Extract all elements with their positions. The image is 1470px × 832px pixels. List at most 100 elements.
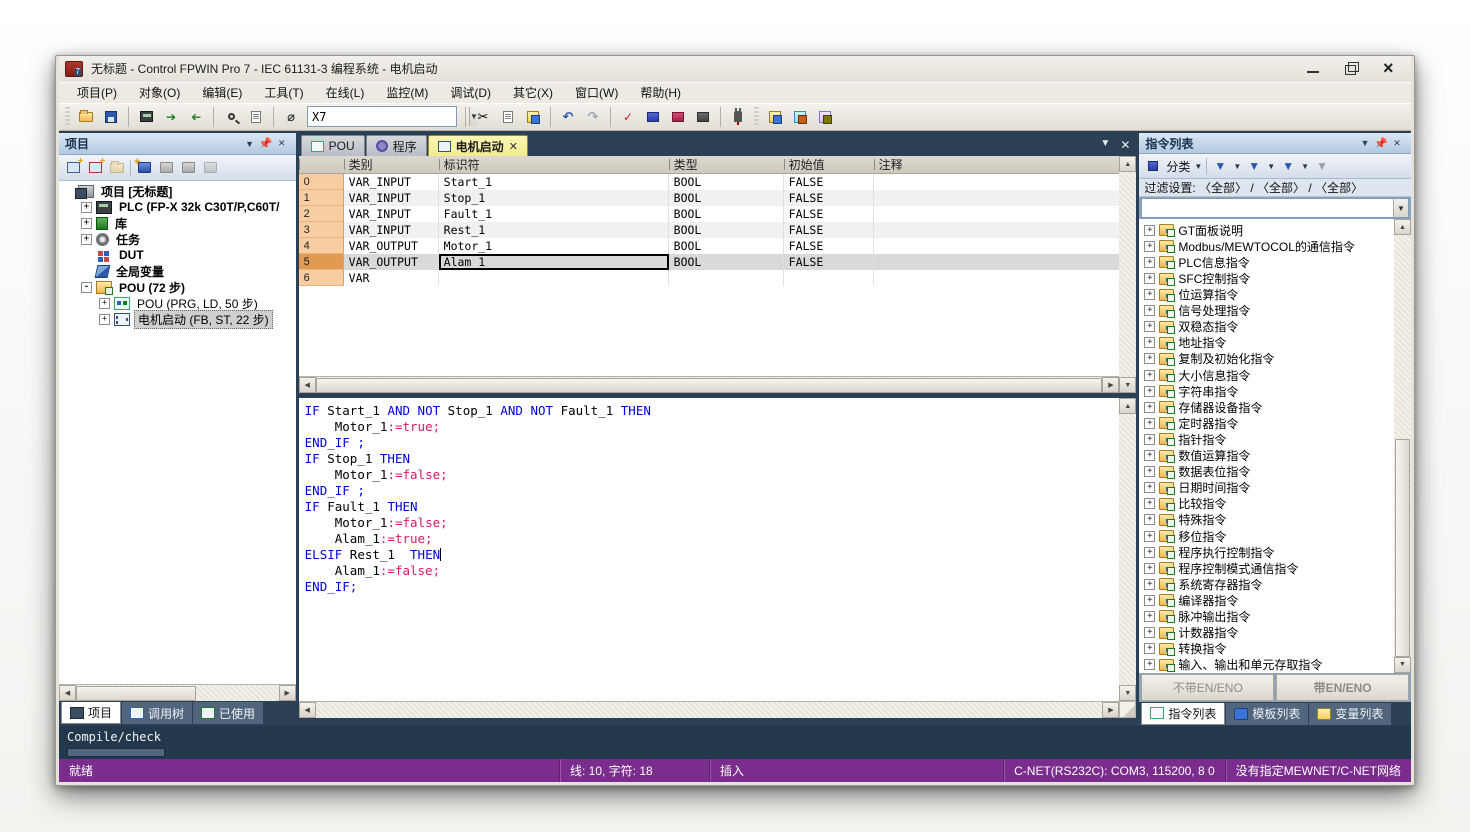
expand-icon[interactable]: + bbox=[1144, 402, 1155, 413]
cell-type[interactable]: BOOL bbox=[669, 222, 784, 238]
menu-item[interactable]: 帮助(H) bbox=[630, 82, 691, 103]
cell-comment[interactable] bbox=[874, 190, 1120, 206]
scroll-down-icon[interactable]: ▼ bbox=[1119, 377, 1136, 393]
table-row[interactable]: 6VAR bbox=[299, 270, 1120, 286]
cell-type[interactable]: BOOL bbox=[669, 238, 784, 254]
cell-identifier[interactable]: Stop_1 bbox=[439, 190, 669, 206]
filter3-icon[interactable]: ▼ bbox=[1279, 157, 1297, 175]
code-line[interactable]: END_IF ; bbox=[305, 483, 1120, 499]
close-button[interactable] bbox=[1381, 62, 1397, 76]
menu-item[interactable]: 工具(T) bbox=[254, 82, 313, 103]
instruction-category[interactable]: +存储器设备指令 bbox=[1139, 399, 1394, 415]
tree-item[interactable]: 项目 [无标题] bbox=[59, 183, 296, 199]
table-hscrollbar[interactable]: ◀ ▶ bbox=[299, 376, 1120, 393]
cell-initial[interactable]: FALSE bbox=[784, 190, 874, 206]
cell-initial[interactable]: FALSE bbox=[784, 254, 874, 270]
cell-class[interactable]: VAR_OUTPUT bbox=[344, 238, 439, 254]
tree-item[interactable]: +库 bbox=[59, 215, 296, 231]
code-line[interactable]: Alam_1:=true; bbox=[305, 531, 1120, 547]
copy-icon[interactable] bbox=[497, 106, 519, 127]
add-pou-icon[interactable] bbox=[64, 159, 82, 177]
instruction-category[interactable]: +数据表位指令 bbox=[1139, 464, 1394, 480]
expand-icon[interactable]: + bbox=[1144, 241, 1155, 252]
instruction-category[interactable]: +系统寄存器指令 bbox=[1139, 576, 1394, 592]
tree-item[interactable]: 全局变量 bbox=[59, 263, 296, 279]
redo-icon[interactable]: ↷ bbox=[582, 106, 604, 127]
download-to-plc-icon[interactable]: ➔ bbox=[160, 106, 182, 127]
instruction-category[interactable]: +大小信息指令 bbox=[1139, 367, 1394, 383]
panel-menu-icon[interactable]: ▼ bbox=[1357, 136, 1373, 150]
expand-icon[interactable]: + bbox=[1144, 273, 1155, 284]
instruction-category[interactable]: +地址指令 bbox=[1139, 335, 1394, 351]
expand-icon[interactable]: + bbox=[1144, 321, 1155, 332]
table-vscrollbar[interactable]: ▲ ▼ bbox=[1119, 156, 1136, 393]
menu-item[interactable]: 窗口(W) bbox=[565, 82, 628, 103]
cell-comment[interactable] bbox=[874, 270, 1120, 286]
expand-icon[interactable]: + bbox=[99, 298, 110, 309]
table-row[interactable]: 1VAR_INPUTStop_1BOOLFALSE bbox=[299, 190, 1120, 206]
row-number[interactable]: 0 bbox=[299, 174, 344, 190]
tree-item[interactable]: DUT bbox=[59, 247, 296, 263]
instruction-category[interactable]: +双稳态指令 bbox=[1139, 319, 1394, 335]
resize-grip[interactable] bbox=[1119, 701, 1136, 718]
instruction-search-value[interactable] bbox=[1142, 199, 1393, 217]
project-hscrollbar[interactable]: ◀ ▶ bbox=[59, 684, 296, 701]
menu-item[interactable]: 项目(P) bbox=[67, 82, 127, 103]
cell-type[interactable] bbox=[669, 270, 784, 286]
cell-class[interactable]: VAR_INPUT bbox=[344, 174, 439, 190]
category-dropdown-icon[interactable]: ▼ bbox=[1194, 162, 1202, 171]
paste-icon[interactable] bbox=[522, 106, 544, 127]
collapse-icon[interactable]: - bbox=[81, 282, 92, 293]
cell-identifier[interactable]: Rest_1 bbox=[439, 222, 669, 238]
new-pou-icon[interactable] bbox=[764, 106, 786, 127]
cell-identifier[interactable]: Fault_1 bbox=[439, 206, 669, 222]
expand-icon[interactable]: + bbox=[1144, 627, 1155, 638]
scroll-left-icon[interactable]: ◀ bbox=[299, 702, 316, 718]
code-line[interactable]: IF Start_1 AND NOT Stop_1 AND NOT Fault_… bbox=[305, 403, 1120, 419]
scroll-down-icon[interactable]: ▼ bbox=[1119, 685, 1136, 701]
column-header[interactable]: 类别 bbox=[344, 156, 439, 173]
address-input[interactable] bbox=[308, 110, 469, 124]
instruction-category[interactable]: +SFC控制指令 bbox=[1139, 270, 1394, 286]
scroll-right-icon[interactable]: ▶ bbox=[279, 685, 296, 701]
cell-type[interactable]: BOOL bbox=[669, 206, 784, 222]
expand-icon[interactable]: + bbox=[1144, 611, 1155, 622]
code-check-icon[interactable] bbox=[692, 106, 714, 127]
check-pou-icon[interactable]: ✓ bbox=[617, 106, 639, 127]
code-line[interactable]: Motor_1:=false; bbox=[305, 467, 1120, 483]
toolbar-grip[interactable] bbox=[65, 107, 70, 127]
cell-comment[interactable] bbox=[874, 222, 1120, 238]
instruction-category[interactable]: +移位指令 bbox=[1139, 528, 1394, 544]
add-dut-icon[interactable] bbox=[86, 159, 104, 177]
column-header[interactable]: 类型 bbox=[669, 156, 784, 173]
cell-comment[interactable] bbox=[874, 174, 1120, 190]
document-tab[interactable]: 程序 bbox=[366, 135, 427, 156]
expand-icon[interactable]: + bbox=[99, 314, 110, 325]
code-text[interactable]: IF Start_1 AND NOT Stop_1 AND NOT Fault_… bbox=[299, 398, 1120, 701]
cell-identifier[interactable]: Alam_1 bbox=[439, 254, 669, 270]
expand-icon[interactable]: + bbox=[1144, 225, 1155, 236]
cell-identifier[interactable]: Start_1 bbox=[439, 174, 669, 190]
instruction-category[interactable]: +复制及初始化指令 bbox=[1139, 351, 1394, 367]
plc-config-icon[interactable] bbox=[135, 106, 157, 127]
without-en-eno-button[interactable]: 不带EN/ENO bbox=[1141, 674, 1274, 701]
cell-class[interactable]: VAR_INPUT bbox=[344, 222, 439, 238]
expand-icon[interactable]: + bbox=[1144, 563, 1155, 574]
menu-item[interactable]: 对象(O) bbox=[129, 82, 190, 103]
menu-item[interactable]: 在线(L) bbox=[316, 82, 375, 103]
open-project-icon[interactable] bbox=[75, 106, 97, 127]
document-tab[interactable]: POU bbox=[301, 135, 365, 156]
cell-initial[interactable]: FALSE bbox=[784, 174, 874, 190]
tab-list-icon[interactable]: ▼ bbox=[1100, 138, 1110, 152]
upload-from-plc-icon[interactable]: ➔ bbox=[185, 106, 207, 127]
instruction-category[interactable]: +脉冲输出指令 bbox=[1139, 608, 1394, 624]
library-lock-icon[interactable] bbox=[179, 159, 197, 177]
expand-icon[interactable]: + bbox=[1144, 418, 1155, 429]
print-icon[interactable] bbox=[245, 106, 267, 127]
cell-class[interactable]: VAR_INPUT bbox=[344, 206, 439, 222]
expand-icon[interactable]: + bbox=[81, 218, 92, 229]
instruction-search-combo[interactable]: ▼ bbox=[1141, 198, 1409, 218]
instruction-tab[interactable]: 指令列表 bbox=[1141, 703, 1225, 725]
filter2-dropdown-icon[interactable]: ▼ bbox=[1267, 162, 1275, 171]
cell-initial[interactable]: FALSE bbox=[784, 206, 874, 222]
